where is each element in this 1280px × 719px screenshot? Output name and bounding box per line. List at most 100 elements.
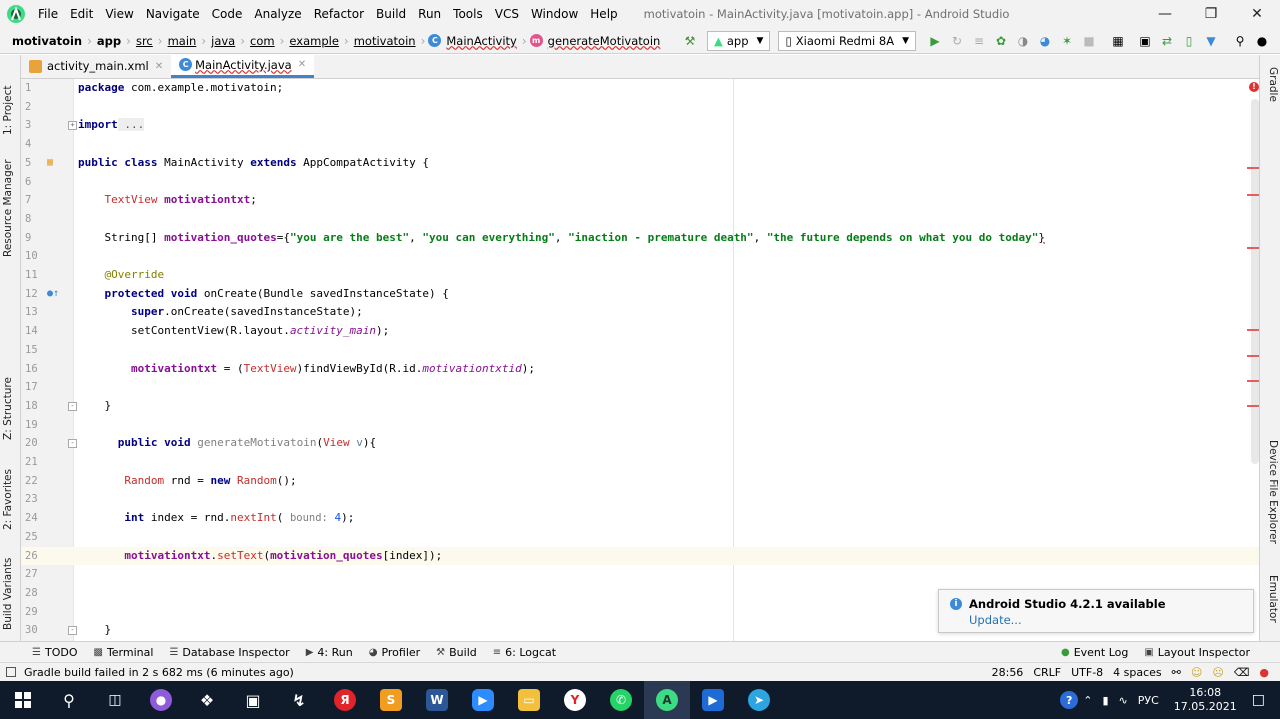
menu-vcs[interactable]: VCS (489, 0, 525, 28)
tab-build-variants[interactable]: Build Variants (2, 545, 18, 630)
media-player-icon[interactable]: ▶ (690, 681, 736, 719)
tool-todo[interactable]: ☰ TODO (24, 646, 85, 659)
app-purple-icon[interactable]: ● (138, 681, 184, 719)
sublime-icon[interactable]: S (368, 681, 414, 719)
tab-structure[interactable]: Z: Structure (2, 360, 18, 440)
android-studio-taskbar-icon[interactable]: A (644, 681, 690, 719)
error-stripe-mark[interactable] (1247, 194, 1259, 196)
override-marker-icon[interactable]: ●↑ (47, 285, 59, 304)
menu-code[interactable]: Code (206, 0, 249, 28)
lightning-app-icon[interactable]: ↯ (276, 681, 322, 719)
happy-face-icon[interactable]: ☺ (1186, 666, 1207, 679)
file-explorer-icon[interactable]: ▭ (506, 681, 552, 719)
tool-profiler[interactable]: ◕ Profiler (361, 646, 428, 659)
notifications-icon[interactable]: □ (1247, 692, 1270, 708)
wifi-icon[interactable]: ∿ (1114, 694, 1133, 707)
crumb-class[interactable]: MainActivity (444, 34, 518, 48)
store-icon[interactable]: ▣ (230, 681, 276, 719)
help-icon[interactable]: ? (1060, 691, 1079, 709)
dropbox-icon[interactable]: ❖ (184, 681, 230, 719)
tool-event-log[interactable]: ● Event Log (1053, 646, 1136, 659)
search-icon[interactable]: ⚲ (46, 681, 92, 719)
run-config-select[interactable]: ▲ app ▼ (707, 31, 771, 51)
crumb-com[interactable]: com (248, 34, 277, 48)
hammer-icon[interactable]: ⚒ (682, 33, 698, 49)
menu-file[interactable]: File (32, 0, 64, 28)
task-view-icon[interactable]: ◫ (92, 681, 138, 719)
crumb-java[interactable]: java (209, 34, 237, 48)
restore-icon[interactable]: ❐ (1188, 0, 1234, 28)
menu-window[interactable]: Window (525, 0, 584, 28)
account-icon[interactable]: ● (1254, 33, 1270, 49)
project-structure-icon[interactable]: ▦ (1110, 33, 1126, 49)
error-stripe-mark[interactable] (1247, 247, 1259, 249)
menu-view[interactable]: View (99, 0, 139, 28)
caret-position[interactable]: 28:56 (987, 666, 1029, 679)
layout-inspector-icon[interactable]: ▣ (1137, 33, 1153, 49)
tab-main-activity-java[interactable]: C MainActivity.java ✕ (171, 54, 315, 78)
error-stripe-mark[interactable] (1247, 355, 1259, 357)
error-stripe-mark[interactable] (1247, 380, 1259, 382)
tab-resource-manager[interactable]: Resource Manager (2, 147, 18, 257)
line-separator[interactable]: CRLF (1028, 666, 1066, 679)
file-encoding[interactable]: UTF-8 (1066, 666, 1108, 679)
clock[interactable]: 16:08 17.05.2021 (1164, 686, 1247, 714)
battery-icon[interactable]: ▮ (1097, 694, 1113, 707)
run-icon[interactable]: ▶ (927, 33, 943, 49)
tab-gradle[interactable]: Gradle (1263, 67, 1279, 117)
menu-refactor[interactable]: Refactor (308, 0, 370, 28)
menu-run[interactable]: Run (412, 0, 447, 28)
editor-scrollbar[interactable] (1251, 99, 1259, 464)
tool-build[interactable]: ⚒ Build (428, 646, 485, 659)
trash-icon[interactable]: ⌫ (1229, 666, 1255, 679)
tab-activity-main-xml[interactable]: activity_main.xml ✕ (21, 54, 171, 78)
sad-face-icon[interactable]: ☹ (1207, 666, 1228, 679)
indent-setting[interactable]: 4 spaces (1108, 666, 1167, 679)
apply-code-changes-icon[interactable]: ≡ (971, 33, 987, 49)
fold-icon[interactable]: - (68, 401, 77, 411)
yandex-browser-icon[interactable]: Y (552, 681, 598, 719)
tool-logcat[interactable]: ≡ 6: Logcat (485, 646, 564, 659)
sync-gradle-icon[interactable]: ⇄ (1159, 33, 1175, 49)
profile-icon[interactable]: ◕ (1037, 33, 1053, 49)
crumb-main[interactable]: main (166, 34, 199, 48)
zoom-icon[interactable]: ▶ (460, 681, 506, 719)
avd-manager-icon[interactable]: ▯ (1181, 33, 1197, 49)
lock-icon[interactable]: ⚯ (1167, 666, 1186, 679)
tool-layout-inspector[interactable]: ▣ Layout Inspector (1136, 646, 1258, 659)
yandex-icon[interactable]: Я (322, 681, 368, 719)
sdk-manager-icon[interactable]: ▼ (1203, 33, 1219, 49)
fold-icon[interactable]: - (68, 439, 77, 449)
attach-debugger-icon[interactable]: ✶ (1059, 33, 1075, 49)
apply-changes-icon[interactable]: ↻ (949, 33, 965, 49)
error-icon[interactable]: ● (1254, 666, 1274, 679)
chevron-up-icon[interactable]: ⌃ (1078, 694, 1097, 707)
crumb-app[interactable]: app (95, 34, 123, 48)
tab-favorites[interactable]: 2: Favorites (2, 455, 18, 530)
crumb-example[interactable]: example (287, 34, 341, 48)
menu-tools[interactable]: Tools (447, 0, 489, 28)
menu-help[interactable]: Help (584, 0, 623, 28)
windows-start-icon[interactable] (0, 681, 46, 719)
menu-edit[interactable]: Edit (64, 0, 99, 28)
stop-icon[interactable]: ■ (1081, 33, 1097, 49)
close-icon[interactable]: ✕ (155, 61, 163, 72)
keyboard-language[interactable]: РУС (1133, 694, 1164, 707)
error-indicator-icon[interactable]: ! (1249, 82, 1259, 92)
error-stripe-mark[interactable] (1247, 405, 1259, 407)
debug-icon[interactable]: ✿ (993, 33, 1009, 49)
device-select[interactable]: ▯ Xiaomi Redmi 8A ▼ (778, 31, 916, 51)
close-icon[interactable]: ✕ (298, 59, 306, 70)
telegram-icon[interactable]: ➤ (736, 681, 782, 719)
minimize-icon[interactable]: — (1142, 0, 1188, 28)
tool-run[interactable]: ▶ 4: Run (298, 646, 361, 659)
tab-device-file-explorer[interactable]: Device File Explorer (1263, 440, 1279, 570)
tab-project[interactable]: 1: Project (2, 65, 18, 135)
word-icon[interactable]: W (414, 681, 460, 719)
close-icon[interactable]: ✕ (1234, 0, 1280, 28)
whatsapp-icon[interactable]: ✆ (598, 681, 644, 719)
coverage-icon[interactable]: ◑ (1015, 33, 1031, 49)
crumb-method[interactable]: generateMotivatoin (546, 34, 663, 48)
search-icon[interactable]: ⚲ (1232, 33, 1248, 49)
crumb-src[interactable]: src (134, 34, 155, 48)
